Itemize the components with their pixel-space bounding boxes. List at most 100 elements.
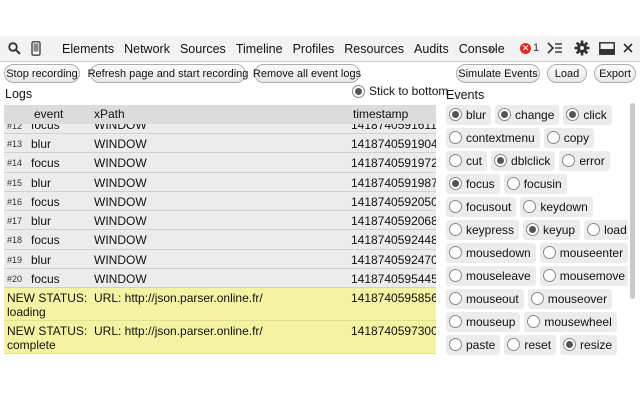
event-radio[interactable] [546, 131, 560, 144]
event-toggle-error[interactable]: error [559, 150, 610, 171]
tab-elements[interactable]: Elements [58, 42, 118, 56]
tab-profiles[interactable]: Profiles [289, 42, 339, 56]
tab-resources[interactable]: Resources [340, 42, 408, 56]
event-toggle-blur[interactable]: blur [446, 104, 492, 125]
dock-side-icon[interactable] [598, 39, 616, 57]
event-radio[interactable] [494, 154, 508, 167]
events-scrollbar[interactable] [630, 103, 635, 299]
event-radio[interactable] [498, 108, 512, 121]
event-toggle-mouseenter[interactable]: mouseenter [539, 242, 628, 263]
event-radio[interactable] [449, 315, 462, 328]
error-icon: ✕ [520, 42, 531, 54]
event-toggle-focus[interactable]: focus [446, 173, 500, 194]
row-xpath: WINDOW [94, 252, 147, 267]
row-number: #15 [7, 177, 23, 188]
event-radio[interactable] [449, 269, 462, 282]
event-radio[interactable] [449, 292, 462, 305]
log-table: event xPath timestamp #12 focus WINDOW 1418… [4, 105, 436, 357]
more-tabs-button[interactable]: » [488, 40, 496, 56]
event-toggle-mouseout[interactable]: mouseout [446, 288, 524, 309]
event-radio[interactable] [506, 177, 520, 190]
stick-to-bottom-radio[interactable] [352, 84, 365, 98]
events-row: cut dblclick error [446, 149, 628, 172]
event-radio[interactable] [562, 154, 576, 167]
event-radio[interactable] [449, 338, 462, 351]
row-xpath: WINDOW [94, 175, 147, 190]
events-row: mouseup mousewheel [446, 310, 628, 333]
event-radio[interactable] [449, 177, 462, 190]
event-toggle-focusin[interactable]: focusin [503, 173, 567, 194]
event-toggle-contextmenu[interactable]: contextmenu [446, 127, 540, 148]
event-radio[interactable] [587, 223, 601, 236]
stop-recording-button[interactable]: Stop recording [4, 64, 80, 83]
event-toggle-change[interactable]: change [495, 104, 560, 125]
event-label: keydown [540, 199, 588, 214]
row-number: #18 [7, 235, 23, 246]
simulate-events-button[interactable]: Simulate Events [456, 64, 540, 83]
event-toggle-mouseleave[interactable]: mouseleave [446, 265, 536, 286]
event-radio[interactable] [449, 108, 462, 121]
status-url: URL: http://json.parser.online.fr/ [94, 324, 263, 339]
tab-console[interactable]: Console [455, 42, 509, 56]
event-toggle-dblclick[interactable]: dblclick [491, 150, 556, 171]
event-radio[interactable] [530, 292, 544, 305]
gear-icon[interactable] [573, 39, 591, 57]
remove-logs-button[interactable]: Remove all event logs [253, 64, 361, 83]
table-row: #13 blur WINDOW 1418740591904 [4, 134, 436, 154]
event-toggle-copy[interactable]: copy [543, 127, 595, 148]
event-radio[interactable] [507, 338, 521, 351]
event-radio[interactable] [566, 108, 580, 121]
event-radio[interactable] [542, 269, 556, 282]
tab-sources[interactable]: Sources [176, 42, 230, 56]
event-label: keypress [466, 222, 515, 237]
event-radio[interactable] [449, 131, 462, 144]
status-label: NEW STATUS: [7, 324, 88, 339]
event-radio[interactable] [523, 200, 537, 213]
stick-to-bottom-option[interactable]: Stick to bottom [352, 84, 448, 98]
event-radio[interactable] [449, 223, 462, 236]
event-toggle-mousedown[interactable]: mousedown [446, 242, 536, 263]
column-header-xpath: xPath [94, 107, 125, 121]
event-toggle-cut[interactable]: cut [446, 150, 488, 171]
row-number: #17 [7, 216, 23, 227]
tab-audits[interactable]: Audits [410, 42, 453, 56]
event-toggle-click[interactable]: click [563, 104, 612, 125]
close-icon[interactable] [619, 39, 637, 57]
event-toggle-reset[interactable]: reset [504, 334, 557, 355]
event-toggle-mouseup[interactable]: mouseup [446, 311, 521, 332]
device-mode-icon[interactable] [27, 39, 45, 57]
event-radio[interactable] [449, 154, 462, 167]
search-icon[interactable] [5, 39, 23, 57]
event-toggle-keyup[interactable]: keyup [523, 219, 581, 240]
event-label: change [515, 107, 555, 122]
event-radio[interactable] [542, 246, 556, 259]
row-xpath: WINDOW [94, 156, 147, 171]
devtools-tabs: Elements Network Sources Timeline Profil… [58, 36, 509, 62]
event-toggle-resize[interactable]: resize [560, 334, 618, 355]
event-label: keyup [543, 222, 576, 237]
event-toggle-paste[interactable]: paste [446, 334, 501, 355]
event-toggle-mouseover[interactable]: mouseover [527, 288, 613, 309]
event-radio[interactable] [449, 246, 462, 259]
console-drawer-icon[interactable] [546, 39, 564, 57]
event-radio[interactable] [563, 338, 577, 351]
event-label: copy [563, 130, 590, 145]
event-radio[interactable] [527, 315, 541, 328]
event-toggle-load[interactable]: load [584, 219, 628, 240]
event-toggle-keypress[interactable]: keypress [446, 219, 520, 240]
status-value: complete [7, 338, 56, 353]
event-radio[interactable] [449, 200, 462, 213]
event-toggle-mousemove[interactable]: mousemove [539, 265, 628, 286]
load-button[interactable]: Load [547, 64, 587, 83]
refresh-and-record-button[interactable]: Refresh page and start recording [88, 64, 248, 83]
row-timestamp: 1418740592050 [351, 194, 436, 209]
export-button[interactable]: Export [594, 64, 636, 83]
event-label: blur [466, 107, 487, 122]
tab-timeline[interactable]: Timeline [232, 42, 287, 56]
event-toggle-mousewheel[interactable]: mousewheel [524, 311, 617, 332]
tab-network[interactable]: Network [120, 42, 174, 56]
error-counter[interactable]: ✕ 1 [520, 42, 539, 54]
event-toggle-keydown[interactable]: keydown [520, 196, 593, 217]
event-toggle-focusout[interactable]: focusout [446, 196, 517, 217]
event-radio[interactable] [526, 223, 540, 236]
